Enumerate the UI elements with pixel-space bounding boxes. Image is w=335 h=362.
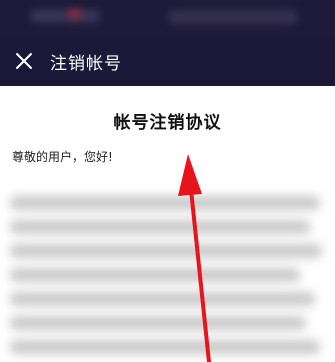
greeting-text: 尊敬的用户，您好! [12, 150, 113, 164]
close-icon[interactable] [14, 51, 34, 71]
screen: 注销帐号 帐号注销协议 尊敬的用户，您好! [0, 0, 335, 362]
agreement-title: 帐号注销协议 [113, 113, 222, 133]
nav-bar: 注销帐号 [0, 36, 335, 86]
page-title: 注销帐号 [50, 53, 122, 74]
status-bar [0, 0, 335, 36]
agreement-content: 帐号注销协议 尊敬的用户，您好! [0, 86, 335, 362]
blurred-agreement-text [10, 190, 328, 362]
